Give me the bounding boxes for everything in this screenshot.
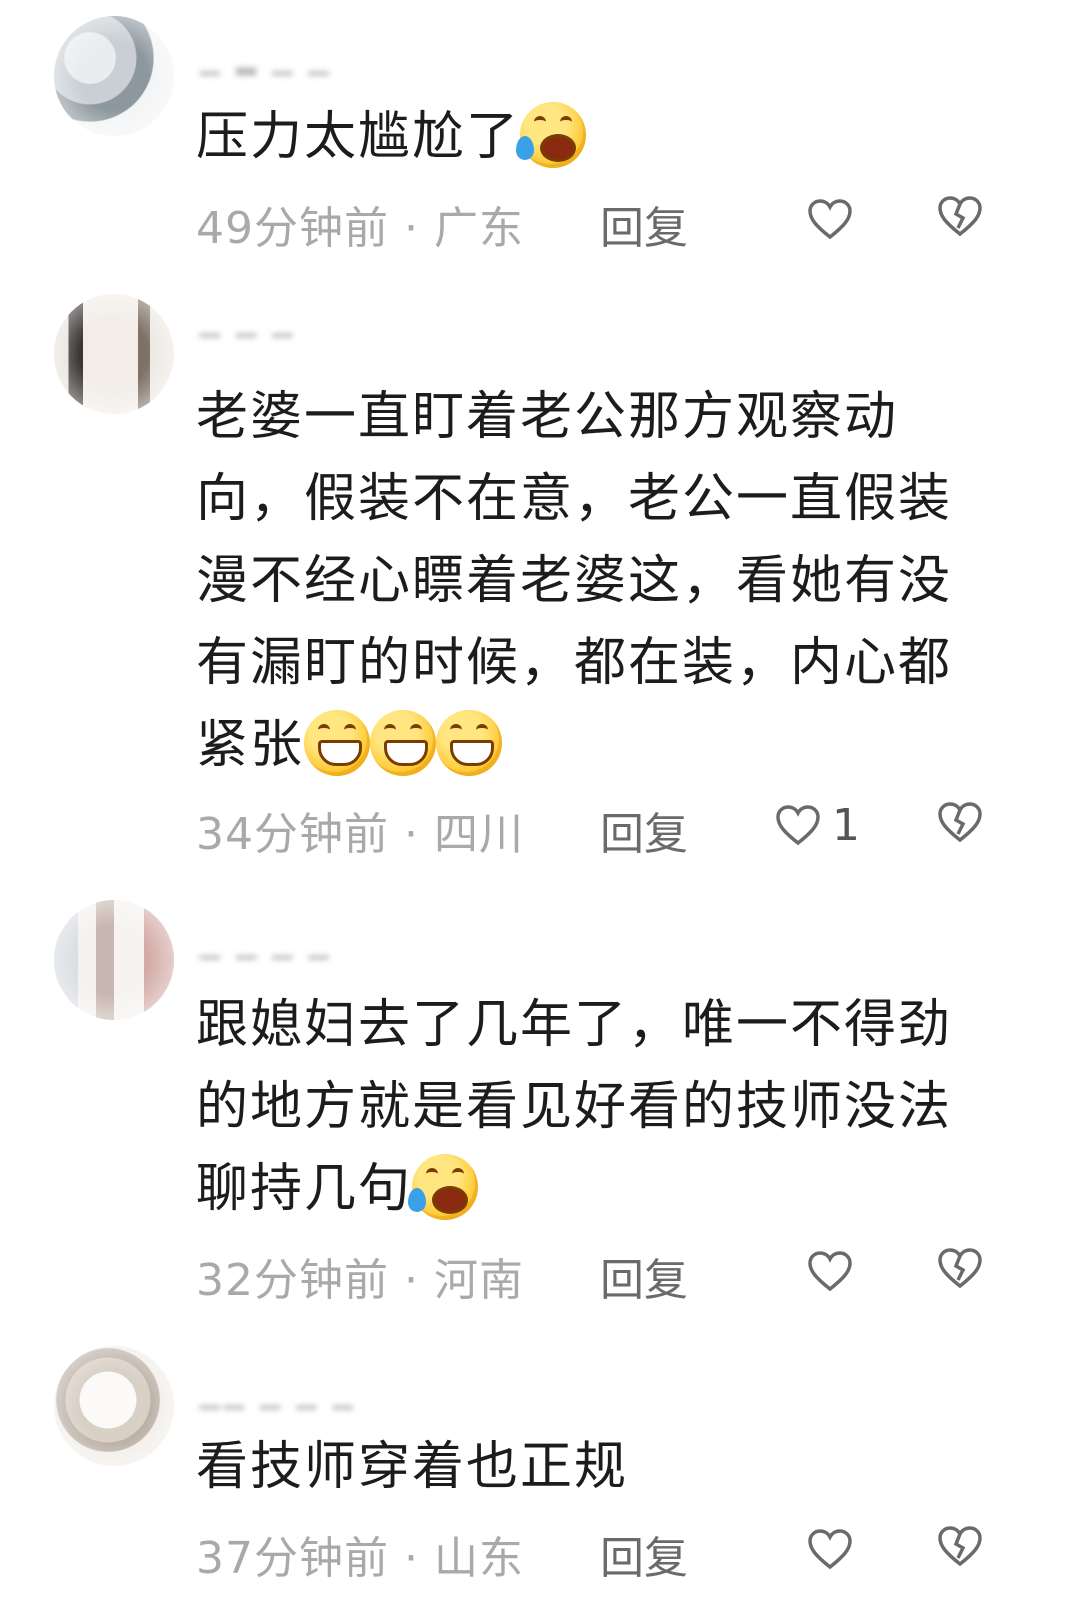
broken-heart-icon	[938, 196, 982, 237]
avatar[interactable]	[54, 294, 174, 414]
dislike-button[interactable]	[936, 194, 984, 249]
avatar[interactable]	[54, 900, 174, 1020]
like-button[interactable]	[806, 194, 864, 244]
time-location: 37分钟前 · 山东	[196, 1533, 524, 1584]
username-blurred[interactable]: ▁ ▁ ▁	[200, 308, 297, 338]
tears-of-joy-emoji	[516, 102, 587, 168]
comment-text: 看技师穿着也正规	[196, 1426, 986, 1508]
comment-body: 跟媳妇去了几年了，唯一不得劲的地方就是看见好看的技师没法聊持几句	[196, 995, 953, 1219]
grin-emoji	[436, 710, 503, 776]
comment-meta: 34分钟前 · 四川 回复 1	[196, 798, 996, 860]
like-button[interactable]: 1	[774, 799, 860, 851]
username-blurred[interactable]: ▁▁ ▁ ▁ ▁	[200, 1380, 357, 1410]
grin-emoji	[370, 710, 437, 776]
reply-button[interactable]: 回复	[600, 1244, 688, 1308]
comment-body: 老婆一直盯着老公那方观察动向，假装不在意，老公一直假装漫不经心瞟着老婆这，看她有…	[196, 387, 953, 775]
heart-outline-icon	[776, 805, 820, 846]
broken-heart-icon	[938, 1248, 982, 1289]
comment-meta: 49分钟前 · 广东 回复	[196, 192, 996, 254]
username-blurred[interactable]: ▁ ▂ ▁ ▁	[200, 46, 333, 76]
avatar[interactable]	[54, 1346, 174, 1466]
heart-outline-icon	[808, 1251, 852, 1292]
comment-text: 压力太尴尬了	[196, 96, 986, 178]
dislike-button[interactable]	[936, 800, 984, 855]
like-button[interactable]	[806, 1246, 864, 1296]
time-location: 34分钟前 · 四川	[196, 809, 524, 860]
time-location: 32分钟前 · 河南	[196, 1255, 524, 1306]
broken-heart-icon	[938, 802, 982, 843]
comment-body: 看技师穿着也正规	[196, 1437, 629, 1497]
username-blurred[interactable]: ▁ ▁ ▁ ▁	[200, 930, 333, 960]
time-location: 49分钟前 · 广东	[196, 203, 524, 254]
comment-meta: 32分钟前 · 河南 回复	[196, 1244, 996, 1306]
reply-button[interactable]: 回复	[600, 192, 688, 256]
tears-of-joy-emoji	[408, 1154, 479, 1220]
comment-text: 跟媳妇去了几年了，唯一不得劲的地方就是看见好看的技师没法聊持几句	[196, 984, 986, 1230]
avatar[interactable]	[54, 16, 174, 136]
dislike-button[interactable]	[936, 1246, 984, 1301]
broken-heart-icon	[938, 1526, 982, 1567]
reply-button[interactable]: 回复	[600, 798, 688, 862]
comment-body: 压力太尴尬了	[196, 107, 521, 167]
dislike-button[interactable]	[936, 1524, 984, 1579]
comment-meta: 37分钟前 · 山东 回复	[196, 1522, 996, 1584]
heart-outline-icon	[808, 1529, 852, 1570]
like-count: 1	[832, 799, 860, 851]
grin-emoji	[304, 710, 371, 776]
comment-text: 老婆一直盯着老公那方观察动向，假装不在意，老公一直假装漫不经心瞟着老婆这，看她有…	[196, 376, 986, 786]
reply-button[interactable]: 回复	[600, 1522, 688, 1586]
heart-outline-icon	[808, 199, 852, 240]
like-button[interactable]	[806, 1524, 864, 1574]
